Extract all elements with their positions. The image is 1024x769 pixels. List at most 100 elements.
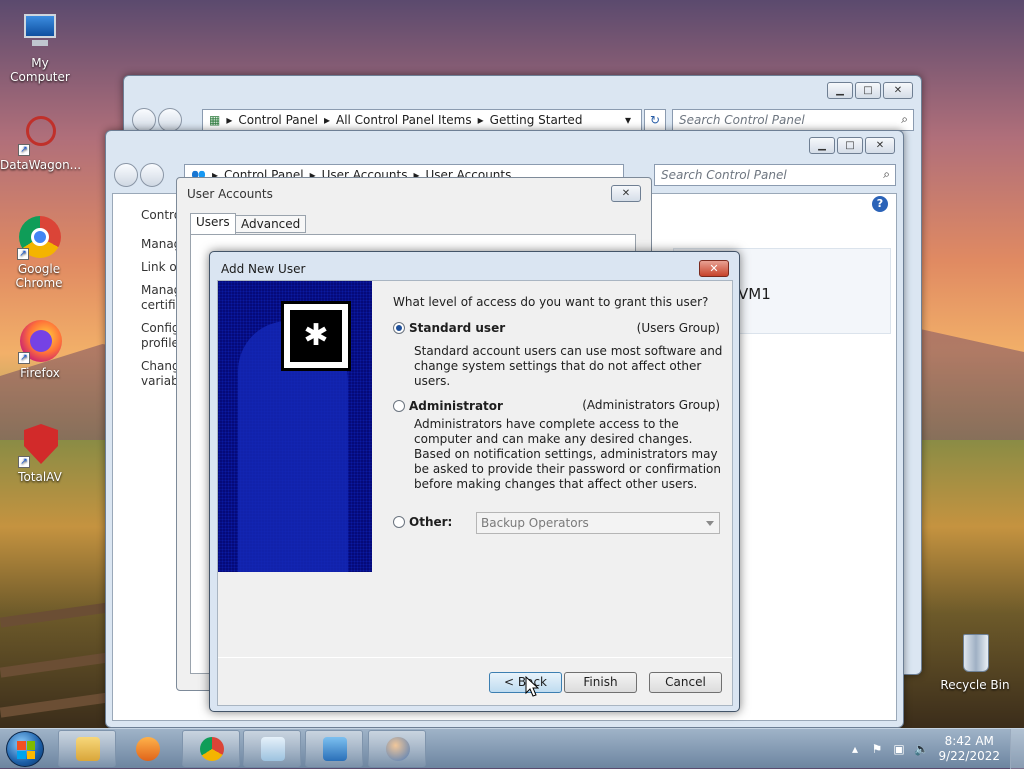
search-icon: ⌕: [901, 112, 908, 126]
administrator-option[interactable]: Administrator: [393, 399, 503, 413]
breadcrumb-separator-icon: ▸: [477, 113, 484, 127]
dialog-body: ✱ What level of access do you want to gr…: [217, 280, 733, 706]
taskbar-media-player[interactable]: [118, 730, 176, 767]
taskbar-notepad[interactable]: [243, 730, 301, 767]
desktop-icon-label: Recycle Bin: [940, 678, 1010, 692]
cancel-button[interactable]: Cancel: [649, 672, 722, 693]
desktop-icon-label: Google Chrome: [15, 262, 63, 290]
other-radio[interactable]: [393, 516, 405, 528]
control-panel-icon: [323, 737, 347, 761]
recycle-bin-icon: [953, 632, 997, 676]
administrator-radio[interactable]: [393, 400, 405, 412]
shortcut-arrow-icon: ↗: [18, 144, 30, 156]
show-desktop-button[interactable]: [1010, 729, 1024, 769]
add-new-user-dialog[interactable]: Add New User ✕ ✱ What level of access do…: [209, 251, 740, 712]
desktop-icon-firefox[interactable]: ↗ Firefox: [0, 320, 80, 380]
breadcrumb-item[interactable]: Control Panel: [238, 113, 318, 127]
network-icon[interactable]: ▣: [892, 742, 906, 756]
shortcut-arrow-icon: ↗: [18, 456, 30, 468]
clock[interactable]: 8:42 AM 9/22/2022: [938, 734, 1000, 764]
forward-nav-button[interactable]: [158, 108, 182, 132]
dialog-title: User Accounts: [187, 187, 273, 201]
start-button[interactable]: [6, 731, 44, 767]
chevron-down-icon[interactable]: ▾: [625, 113, 631, 127]
breadcrumb-item[interactable]: All Control Panel Items: [336, 113, 472, 127]
taskbar-chrome[interactable]: [182, 730, 240, 767]
search-input[interactable]: Search Control Panel ⌕: [654, 164, 896, 186]
close-button[interactable]: ✕: [865, 137, 895, 154]
taskbar-control-panel[interactable]: [305, 730, 363, 767]
desktop-icon-google-chrome[interactable]: ↗ Google Chrome: [0, 216, 78, 290]
close-button[interactable]: ✕: [611, 185, 641, 202]
wizard-banner-image: ✱: [218, 281, 372, 572]
chrome-icon: [200, 737, 224, 761]
clock-time: 8:42 AM: [944, 734, 994, 748]
standard-user-description: Standard account users can use most soft…: [414, 344, 723, 388]
desktop-icon-recycle-bin[interactable]: Recycle Bin: [935, 632, 1015, 692]
clock-date: 9/22/2022: [938, 749, 1000, 763]
chevron-down-icon: [706, 521, 714, 526]
other-group-select[interactable]: Backup Operators: [476, 512, 720, 534]
search-icon: ⌕: [883, 167, 890, 181]
user-accounts-icon: [386, 737, 410, 761]
back-nav-button[interactable]: [114, 163, 138, 187]
breadcrumb-separator-icon: ▸: [226, 113, 233, 127]
action-center-flag-icon[interactable]: ⚑: [870, 742, 884, 756]
breadcrumb-item[interactable]: Getting Started: [490, 113, 583, 127]
refresh-icon[interactable]: ↻: [644, 109, 666, 131]
back-nav-button[interactable]: [132, 108, 156, 132]
firefox-icon: ↗: [18, 320, 62, 364]
standard-user-radio[interactable]: [393, 322, 405, 334]
forward-nav-button[interactable]: [140, 163, 164, 187]
desktop-icon-label: TotalAV: [18, 470, 62, 484]
help-icon[interactable]: ?: [872, 196, 888, 212]
standard-user-label: Standard user: [409, 321, 506, 335]
administrator-description: Administrators have complete access to t…: [414, 417, 722, 491]
chrome-icon: ↗: [17, 216, 61, 260]
taskbar-user-accounts[interactable]: [368, 730, 426, 767]
shortcut-arrow-icon: ↗: [18, 352, 30, 364]
taskbar-file-explorer[interactable]: [58, 730, 116, 767]
nav-buttons: [132, 108, 184, 132]
system-tray: ▴ ⚑ ▣ 🔈 8:42 AM 9/22/2022: [834, 729, 1024, 769]
media-player-icon: [136, 737, 160, 761]
divider: [218, 657, 732, 658]
tab-users[interactable]: Users: [190, 213, 236, 235]
desktop-icon-label: DataWagon...: [0, 158, 82, 172]
finish-button[interactable]: Finish: [564, 672, 637, 693]
window-caption-buttons: ▁ □ ✕: [827, 82, 913, 99]
volume-icon[interactable]: 🔈: [914, 742, 929, 756]
mouse-cursor-icon: [525, 676, 539, 697]
administrators-group-label: (Administrators Group): [582, 398, 720, 412]
desktop-icon-my-computer[interactable]: My Computer: [0, 10, 80, 84]
tab-advanced[interactable]: Advanced: [235, 215, 307, 233]
account-name-text: VM1: [738, 285, 771, 303]
search-input[interactable]: Search Control Panel ⌕: [672, 109, 914, 131]
maximize-button[interactable]: □: [855, 82, 881, 99]
window-caption-buttons: ▁ □ ✕: [809, 137, 895, 154]
close-button[interactable]: ✕: [699, 260, 729, 277]
datawagon-icon: ↗: [18, 112, 62, 156]
folder-icon: [76, 737, 100, 761]
desktop-icon-datawagon[interactable]: ↗ DataWagon...: [0, 112, 82, 172]
maximize-button[interactable]: □: [837, 137, 863, 154]
standard-user-option[interactable]: Standard user: [393, 321, 505, 335]
user-key-icon: ✱: [281, 301, 351, 371]
desktop-icon-label: Firefox: [20, 366, 60, 380]
access-question: What level of access do you want to gran…: [393, 295, 709, 309]
breadcrumb-separator-icon: ▸: [323, 113, 330, 127]
administrator-label: Administrator: [409, 399, 503, 413]
other-option[interactable]: Other:: [393, 515, 452, 529]
desktop-icon-label: My Computer: [10, 56, 70, 84]
taskbar: ▴ ⚑ ▣ 🔈 8:42 AM 9/22/2022: [0, 728, 1024, 769]
show-hidden-icons-icon[interactable]: ▴: [848, 742, 862, 756]
close-button[interactable]: ✕: [883, 82, 913, 99]
document-icon: [261, 737, 285, 761]
shortcut-arrow-icon: ↗: [17, 248, 29, 260]
address-bar[interactable]: ▦ ▸ Control Panel ▸ All Control Panel It…: [202, 109, 642, 131]
minimize-button[interactable]: ▁: [809, 137, 835, 154]
control-panel-icon: ▦: [209, 113, 221, 127]
computer-icon: [18, 10, 62, 54]
minimize-button[interactable]: ▁: [827, 82, 853, 99]
desktop-icon-totalav[interactable]: ↗ TotalAV: [0, 424, 80, 484]
